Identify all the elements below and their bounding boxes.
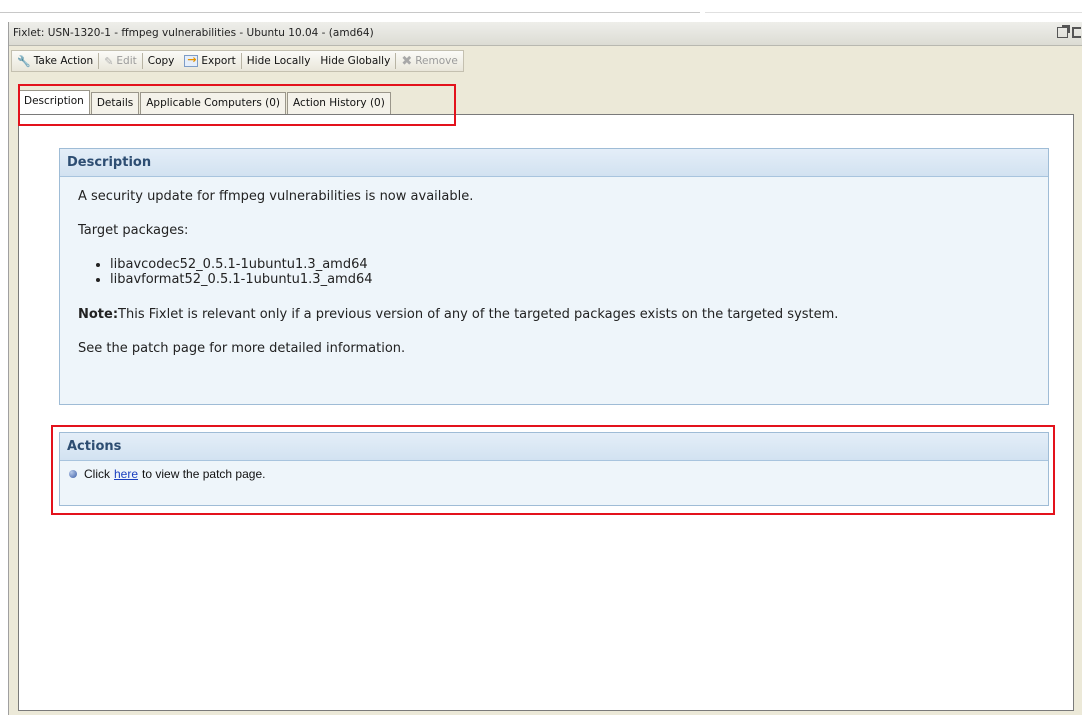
- package-item: libavcodec52_0.5.1-1ubuntu1.3_amd64: [110, 257, 1048, 272]
- description-body: A security update for ffmpeg vulnerabili…: [60, 177, 1048, 356]
- detach-icon[interactable]: [1057, 25, 1070, 38]
- remove-x-icon: ✖: [401, 53, 413, 69]
- edit-button[interactable]: ✎ Edit: [99, 51, 142, 71]
- tab-applicable-computers[interactable]: Applicable Computers (0): [140, 92, 287, 114]
- hide-globally-button[interactable]: Hide Globally: [315, 51, 395, 71]
- description-heading: Description: [60, 149, 1048, 177]
- window-title: Fixlet: USN-1320-1 - ffmpeg vulnerabilit…: [13, 27, 374, 39]
- package-item: libavformat52_0.5.1-1ubuntu1.3_amd64: [110, 272, 1048, 287]
- export-icon: [184, 53, 199, 67]
- copy-button[interactable]: Copy: [143, 51, 180, 71]
- bullet-icon: [69, 470, 77, 478]
- note-text: This Fixlet is relevant only if a previo…: [118, 307, 839, 322]
- action-prefix: Click: [84, 467, 110, 481]
- target-packages-label: Target packages:: [78, 223, 189, 238]
- top-divider-right: [705, 12, 1082, 13]
- pencil-icon: ✎: [104, 54, 114, 68]
- hide-locally-button[interactable]: Hide Locally: [242, 51, 316, 71]
- maximize-icon[interactable]: [1072, 27, 1081, 38]
- top-strip: [0, 0, 1082, 22]
- note-label: Note:: [78, 307, 119, 322]
- export-label: Export: [201, 55, 236, 67]
- edit-label: Edit: [116, 55, 137, 67]
- copy-label: Copy: [147, 55, 175, 67]
- title-bar: Fixlet: USN-1320-1 - ffmpeg vulnerabilit…: [9, 22, 1082, 46]
- tab-content: Description A security update for ffmpeg…: [18, 114, 1074, 711]
- take-action-label: Take Action: [33, 55, 94, 67]
- note-paragraph: Note:This Fixlet is relevant only if a p…: [78, 307, 1048, 322]
- top-divider: [0, 12, 700, 13]
- toolbar-buttons: 🔧 Take Action ✎ Edit Copy Export Hide Lo…: [11, 50, 464, 72]
- remove-button[interactable]: ✖ Remove: [396, 51, 463, 71]
- see-more-text: See the patch page for more detailed inf…: [78, 341, 406, 356]
- description-panel: Description A security update for ffmpeg…: [59, 148, 1049, 405]
- tab-description[interactable]: Description: [18, 90, 90, 114]
- toolbar: 🔧 Take Action ✎ Edit Copy Export Hide Lo…: [9, 48, 1082, 74]
- tab-details[interactable]: Details: [90, 92, 140, 114]
- action-item: Click here to view the patch page.: [60, 461, 1048, 481]
- description-intro: A security update for ffmpeg vulnerabili…: [78, 189, 474, 204]
- actions-heading: Actions: [60, 433, 1048, 461]
- tab-bar: Description Details Applicable Computers…: [18, 90, 392, 114]
- hide-locally-label: Hide Locally: [246, 55, 311, 67]
- wrench-icon: 🔧: [17, 54, 31, 68]
- actions-panel: Actions Click here to view the patch pag…: [59, 432, 1049, 506]
- hide-globally-label: Hide Globally: [320, 55, 391, 67]
- tab-action-history[interactable]: Action History (0): [287, 92, 391, 114]
- export-button[interactable]: Export: [179, 51, 240, 71]
- take-action-button[interactable]: 🔧 Take Action: [12, 51, 98, 71]
- remove-label: Remove: [415, 55, 458, 67]
- patch-page-link[interactable]: here: [114, 467, 138, 481]
- action-suffix: to view the patch page.: [142, 467, 266, 481]
- package-list: libavcodec52_0.5.1-1ubuntu1.3_amd64 liba…: [110, 257, 1048, 287]
- window-controls: [1057, 25, 1081, 38]
